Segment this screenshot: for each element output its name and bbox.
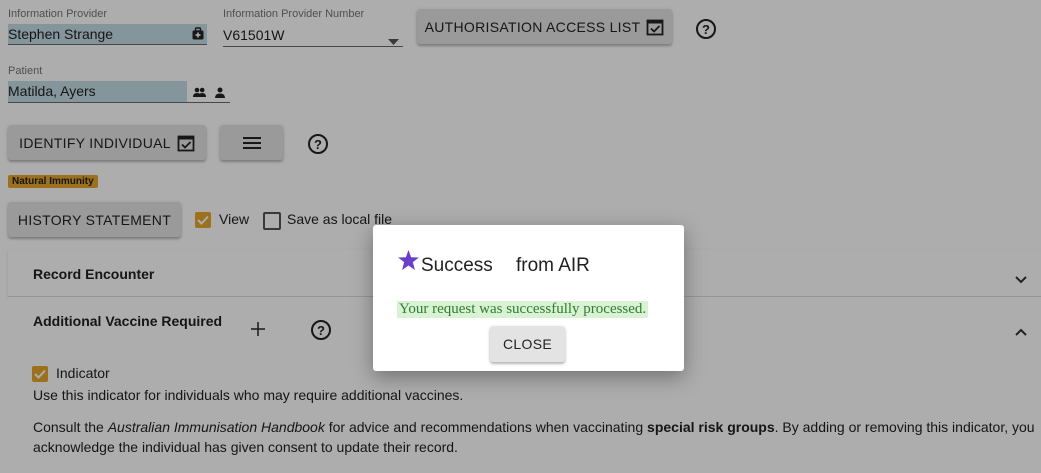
dialog-source: from AIR xyxy=(516,255,590,276)
success-dialog: Success from AIR Your request was succes… xyxy=(373,225,684,371)
close-button[interactable]: CLOSE xyxy=(490,326,565,362)
close-button-label: CLOSE xyxy=(503,336,552,352)
star-icon xyxy=(398,250,419,275)
dialog-title: Success xyxy=(421,255,493,276)
success-message: Your request was successfully processed. xyxy=(397,301,649,318)
